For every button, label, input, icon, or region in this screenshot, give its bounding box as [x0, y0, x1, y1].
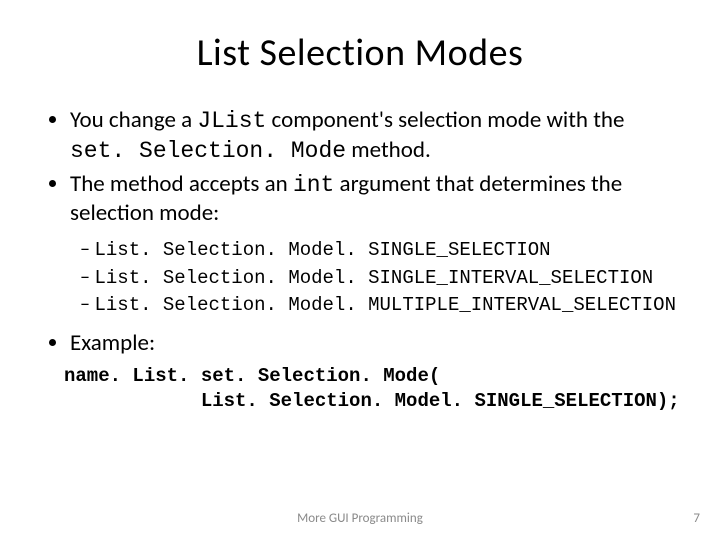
code-line: name. List. set. Selection. Mode(	[64, 365, 440, 387]
text: You change a	[70, 106, 197, 134]
sub-item: List. Selection. Model. SINGLE_INTERVAL_…	[80, 264, 680, 292]
code-inline: int	[293, 172, 334, 198]
bullet-2: The method accepts an int argument that …	[70, 170, 680, 319]
slide-title: List Selection Modes	[40, 30, 680, 76]
code-inline: List. Selection. Model. MULTIPLE_INTERVA…	[94, 294, 676, 316]
bullet-list: You change a JList component's selection…	[40, 106, 680, 358]
sub-list: List. Selection. Model. SINGLE_SELECTION…	[70, 236, 680, 319]
page-number: 7	[693, 511, 700, 526]
slide: List Selection Modes You change a JList …	[0, 0, 720, 540]
text: Example:	[70, 329, 155, 357]
footer-text: More GUI Programming	[0, 511, 720, 526]
code-inline: JList	[197, 108, 266, 134]
text: component's selection mode with the	[266, 106, 624, 134]
text: method.	[346, 136, 431, 164]
sub-item: List. Selection. Model. SINGLE_SELECTION	[80, 236, 680, 264]
code-line: List. Selection. Model. SINGLE_SELECTION…	[64, 390, 680, 412]
bullet-1: You change a JList component's selection…	[70, 106, 680, 166]
code-inline: set. Selection. Mode	[70, 138, 346, 164]
sub-item: List. Selection. Model. MULTIPLE_INTERVA…	[80, 291, 680, 319]
bullet-3: Example:	[70, 329, 680, 358]
code-block: name. List. set. Selection. Mode( List. …	[64, 364, 680, 415]
code-inline: List. Selection. Model. SINGLE_INTERVAL_…	[94, 267, 653, 289]
text: The method accepts an	[70, 170, 293, 198]
code-inline: List. Selection. Model. SINGLE_SELECTION	[94, 239, 550, 261]
